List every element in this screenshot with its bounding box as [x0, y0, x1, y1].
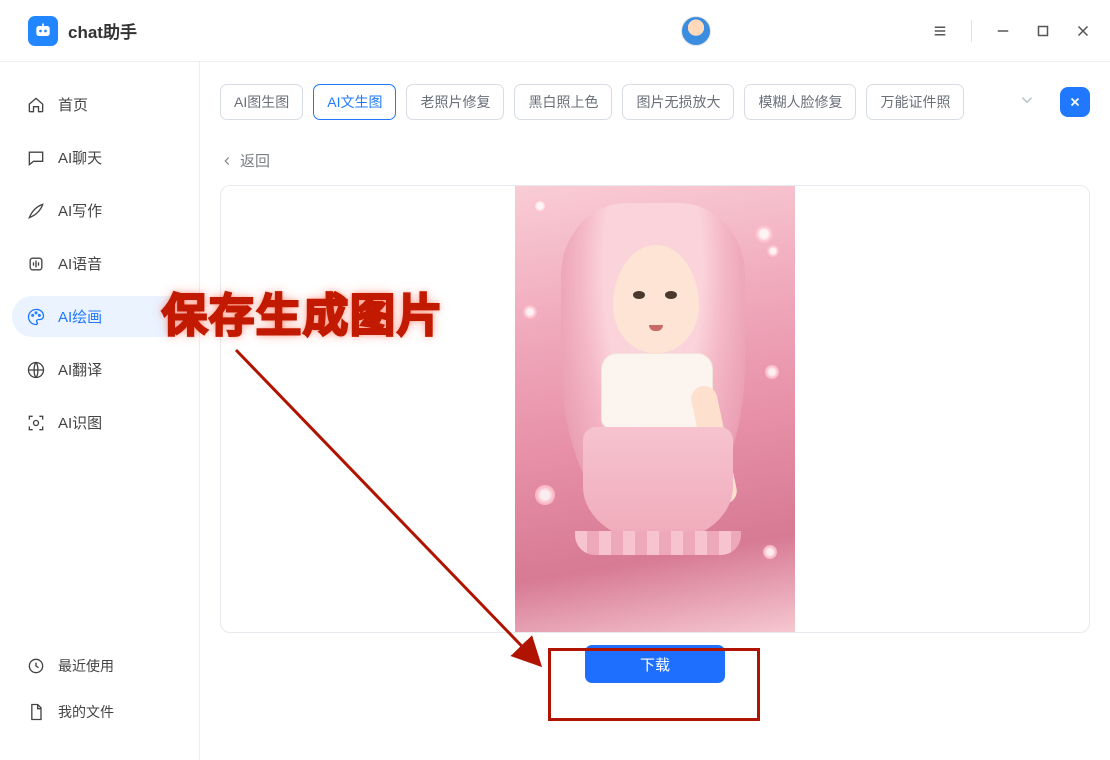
titlebar-divider	[971, 20, 972, 42]
sidebar-item-label: 最近使用	[58, 656, 114, 676]
close-icon[interactable]	[1074, 22, 1092, 40]
chevron-left-icon	[220, 154, 234, 168]
sidebar-item-translate[interactable]: AI翻译	[12, 349, 187, 390]
chat-icon	[26, 148, 46, 168]
tab-id-photo[interactable]: 万能证件照	[866, 84, 964, 120]
minimize-icon[interactable]	[994, 22, 1012, 40]
back-link[interactable]: 返回	[220, 150, 1090, 171]
tab-img2img[interactable]: AI图生图	[220, 84, 303, 120]
scan-icon	[26, 413, 46, 433]
sidebar-item-label: AI识图	[58, 412, 102, 433]
download-button[interactable]: 下载	[585, 645, 725, 683]
sidebar-item-files[interactable]: 我的文件	[12, 692, 187, 732]
sidebar-item-home[interactable]: 首页	[12, 84, 187, 125]
app-logo	[28, 16, 58, 46]
generated-image	[515, 185, 795, 633]
sidebar-item-write[interactable]: AI写作	[12, 190, 187, 231]
home-icon	[26, 95, 46, 115]
sidebar-item-label: 我的文件	[58, 702, 114, 722]
translate-icon	[26, 360, 46, 380]
sidebar: 首页 AI聊天 AI写作 AI语音 AI绘画 AI翻译	[0, 62, 200, 760]
history-icon	[26, 656, 46, 676]
sidebar-item-label: AI聊天	[58, 147, 102, 168]
tabs-expand-icon[interactable]	[1012, 85, 1042, 120]
tab-txt2img[interactable]: AI文生图	[313, 84, 396, 120]
sidebar-item-voice[interactable]: AI语音	[12, 243, 187, 284]
sidebar-item-label: AI绘画	[58, 306, 102, 327]
sidebar-item-vision[interactable]: AI识图	[12, 402, 187, 443]
sidebar-item-label: AI写作	[58, 200, 102, 221]
user-avatar[interactable]	[681, 16, 711, 46]
pen-icon	[26, 201, 46, 221]
maximize-icon[interactable]	[1034, 22, 1052, 40]
sidebar-item-draw[interactable]: AI绘画	[12, 296, 187, 337]
sidebar-item-chat[interactable]: AI聊天	[12, 137, 187, 178]
result-card	[220, 185, 1090, 633]
titlebar: chat助手	[0, 0, 1110, 62]
tab-face-restore[interactable]: 模糊人脸修复	[744, 84, 856, 120]
sidebar-item-label: 首页	[58, 94, 88, 115]
tab-colorize[interactable]: 黑白照上色	[514, 84, 612, 120]
sidebar-item-recent[interactable]: 最近使用	[12, 646, 187, 686]
file-icon	[26, 702, 46, 722]
corner-close-button[interactable]	[1060, 87, 1090, 117]
tab-row: AI图生图 AI文生图 老照片修复 黑白照上色 图片无损放大 模糊人脸修复 万能…	[220, 84, 1090, 120]
voice-icon	[26, 254, 46, 274]
app-title: chat助手	[68, 18, 137, 43]
sidebar-item-label: AI翻译	[58, 359, 102, 380]
tab-upscale[interactable]: 图片无损放大	[622, 84, 734, 120]
main-area: AI图生图 AI文生图 老照片修复 黑白照上色 图片无损放大 模糊人脸修复 万能…	[200, 62, 1110, 760]
palette-icon	[26, 307, 46, 327]
menu-icon[interactable]	[931, 22, 949, 40]
back-label: 返回	[240, 150, 270, 171]
sidebar-item-label: AI语音	[58, 253, 102, 274]
tab-old-photo[interactable]: 老照片修复	[406, 84, 504, 120]
